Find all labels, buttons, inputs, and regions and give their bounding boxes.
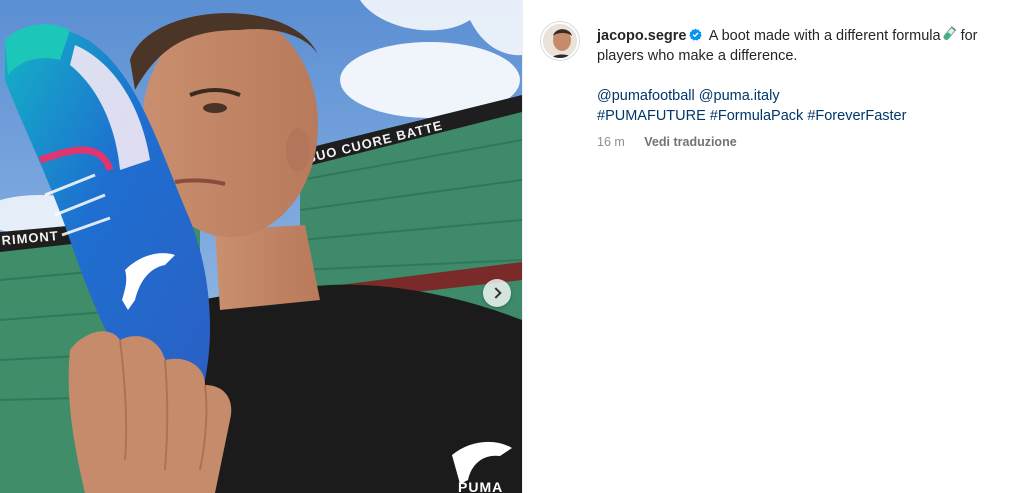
chevron-right-icon [489, 287, 502, 299]
see-translation-button[interactable]: Vedi traduzione [644, 135, 736, 149]
hashtags-line: #PUMAFUTURE #FormulaPack #ForeverFaster [597, 106, 1017, 126]
mention-link-pumafootball[interactable]: @pumafootball [597, 88, 695, 104]
caption-panel: jacopo.segre A boot made with a differen… [522, 0, 1024, 493]
test-tube-emoji-icon [943, 26, 956, 40]
mention-link-puma-italy[interactable]: @puma.italy [699, 88, 780, 104]
hashtag-link-formulapack[interactable]: #FormulaPack [710, 108, 803, 124]
caption-paragraph: jacopo.segre A boot made with a differen… [597, 26, 1017, 66]
caption-line-1: A boot made with a different formula [708, 28, 941, 44]
post-photo[interactable]: SUO CUORE BATTE RIMONT PUMA [0, 0, 522, 493]
avatar[interactable] [541, 22, 579, 60]
shirt-brand-text: PUMA [458, 479, 503, 493]
verified-badge-icon [689, 28, 703, 41]
photo-illustration: SUO CUORE BATTE RIMONT PUMA [0, 0, 522, 493]
post-timestamp[interactable]: 16 m [597, 135, 625, 149]
hashtag-link-foreverfaster[interactable]: #ForeverFaster [807, 108, 906, 124]
hashtag-link-pumafuture[interactable]: #PUMAFUTURE [597, 108, 706, 124]
caption-text: jacopo.segre A boot made with a differen… [597, 26, 1017, 152]
mentions-line: @pumafootball @puma.italy [597, 86, 1017, 106]
avatar-image [543, 24, 577, 58]
next-photo-button[interactable] [483, 279, 511, 307]
username-link[interactable]: jacopo.segre [597, 28, 686, 44]
caption-meta: 16 m Vedi traduzione [597, 132, 1017, 152]
